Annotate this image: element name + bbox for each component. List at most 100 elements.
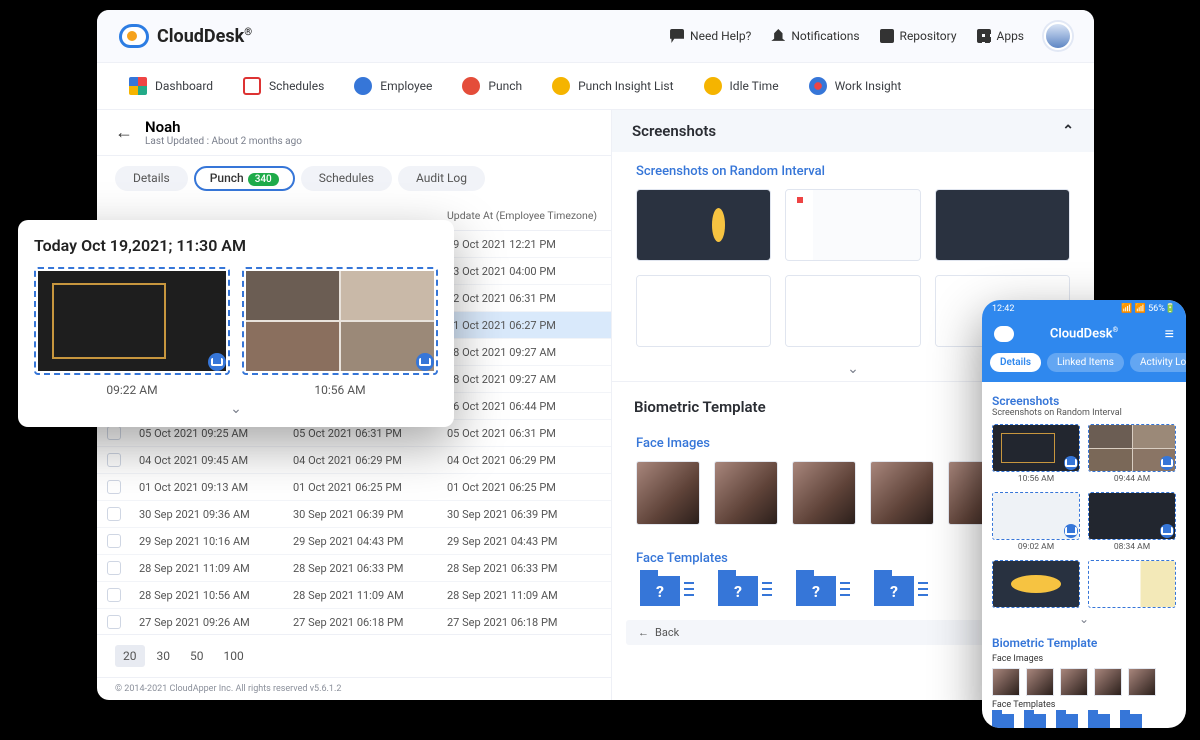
col-update-at: Update At (Employee Timezone) bbox=[447, 209, 601, 222]
cloud-icon bbox=[119, 24, 149, 48]
popup-expand-icon[interactable]: ⌄ bbox=[34, 397, 438, 421]
phone-header: CloudDesk® ≡ bbox=[982, 318, 1186, 353]
row-checkbox[interactable] bbox=[107, 426, 121, 440]
template-folder[interactable]: ? bbox=[640, 576, 680, 606]
phone-face[interactable] bbox=[992, 668, 1020, 696]
user-avatar[interactable] bbox=[1044, 22, 1072, 50]
row-checkbox[interactable] bbox=[107, 507, 121, 521]
template-folder[interactable]: ? bbox=[874, 576, 914, 606]
table-row[interactable]: 27 Sep 2021 09:26 AM27 Sep 2021 06:18 PM… bbox=[97, 609, 611, 634]
row-checkbox[interactable] bbox=[107, 453, 121, 467]
phone-folders bbox=[992, 714, 1176, 728]
row-checkbox[interactable] bbox=[107, 534, 121, 548]
camera-icon bbox=[208, 353, 226, 371]
nav-punch[interactable]: Punch bbox=[448, 71, 536, 101]
hamburger-icon[interactable]: ≡ bbox=[1165, 324, 1174, 344]
phone-folder[interactable] bbox=[1024, 714, 1046, 728]
phone-expand-icon[interactable]: ⌄ bbox=[992, 610, 1176, 628]
phone-screenshot[interactable] bbox=[1088, 424, 1176, 472]
template-folder[interactable]: ? bbox=[796, 576, 836, 606]
screenshot-thumb[interactable] bbox=[636, 275, 771, 347]
mobile-preview: 12:42📶 📶 56%🔋 CloudDesk® ≡ Details Linke… bbox=[982, 300, 1186, 728]
page-size-20[interactable]: 20 bbox=[115, 645, 145, 667]
screenshots-title: Screenshots bbox=[632, 122, 716, 140]
phone-screenshot[interactable] bbox=[992, 492, 1080, 540]
notifications-link[interactable]: Notifications bbox=[771, 29, 859, 43]
template-folder[interactable]: ? bbox=[718, 576, 758, 606]
phone-folder[interactable] bbox=[1056, 714, 1078, 728]
back-arrow-icon[interactable]: ← bbox=[115, 122, 133, 143]
tab-punch[interactable]: Punch340 bbox=[194, 166, 295, 191]
phone-body[interactable]: Screenshots Screenshots on Random Interv… bbox=[982, 382, 1186, 728]
phone-face[interactable] bbox=[1026, 668, 1054, 696]
cell: 28 Sep 2021 11:09 AM bbox=[293, 589, 447, 602]
phone-folder[interactable] bbox=[1088, 714, 1110, 728]
nav-work-insight[interactable]: Work Insight bbox=[795, 71, 916, 101]
face-image[interactable] bbox=[870, 461, 934, 525]
document-icon bbox=[880, 29, 894, 43]
face-image[interactable] bbox=[714, 461, 778, 525]
phone-face[interactable] bbox=[1094, 668, 1122, 696]
row-checkbox[interactable] bbox=[107, 588, 121, 602]
screenshot-thumb[interactable] bbox=[636, 189, 771, 261]
phone-tabs: Details Linked Items Activity Log bbox=[982, 353, 1186, 382]
phone-tab-activity[interactable]: Activity Log bbox=[1130, 353, 1186, 372]
cell: 01 Oct 2021 09:13 AM bbox=[139, 481, 293, 494]
tab-audit-log[interactable]: Audit Log bbox=[398, 166, 485, 191]
nav-dashboard[interactable]: Dashboard bbox=[115, 71, 227, 101]
phone-folder[interactable] bbox=[992, 714, 1014, 728]
row-checkbox[interactable] bbox=[107, 480, 121, 494]
popup-screenshot[interactable] bbox=[34, 267, 230, 375]
grid-icon bbox=[977, 29, 991, 43]
page-size-100[interactable]: 100 bbox=[216, 645, 252, 667]
cell: 29 Sep 2021 04:43 PM bbox=[447, 535, 601, 548]
page-size-selector: 20 30 50 100 bbox=[97, 634, 611, 677]
need-help-link[interactable]: Need Help? bbox=[670, 29, 751, 43]
phone-tab-details[interactable]: Details bbox=[990, 353, 1041, 372]
table-row[interactable]: 29 Sep 2021 10:16 AM29 Sep 2021 04:43 PM… bbox=[97, 528, 611, 555]
table-row[interactable]: 28 Sep 2021 11:09 AM28 Sep 2021 06:33 PM… bbox=[97, 555, 611, 582]
repository-link[interactable]: Repository bbox=[880, 29, 957, 43]
phone-folder[interactable] bbox=[1120, 714, 1142, 728]
punch-count-badge: 340 bbox=[248, 173, 279, 186]
table-row[interactable]: 01 Oct 2021 09:13 AM01 Oct 2021 06:25 PM… bbox=[97, 474, 611, 501]
apps-link[interactable]: Apps bbox=[977, 29, 1025, 43]
cell: 27 Sep 2021 06:18 PM bbox=[293, 616, 447, 629]
screenshots-panel-header[interactable]: Screenshots ⌃ bbox=[612, 110, 1094, 152]
app-logo[interactable]: CloudDesk® bbox=[119, 24, 252, 48]
table-row[interactable]: 04 Oct 2021 09:45 AM04 Oct 2021 06:29 PM… bbox=[97, 447, 611, 474]
nav-employee[interactable]: Employee bbox=[340, 71, 446, 101]
bell-icon bbox=[771, 29, 785, 43]
app-footer: © 2014-2021 CloudApper Inc. All rights r… bbox=[97, 677, 611, 700]
page-size-50[interactable]: 50 bbox=[182, 645, 212, 667]
phone-screenshot[interactable] bbox=[992, 424, 1080, 472]
cell: 08 Oct 2021 09:27 AM bbox=[447, 373, 601, 386]
nav-punch-insight[interactable]: Punch Insight List bbox=[538, 71, 687, 101]
phone-screenshot[interactable] bbox=[1088, 560, 1176, 608]
nav-idle-time[interactable]: Idle Time bbox=[690, 71, 793, 101]
phone-random-label: Screenshots on Random Interval bbox=[992, 408, 1176, 418]
screenshot-thumb[interactable] bbox=[935, 189, 1070, 261]
face-image[interactable] bbox=[636, 461, 700, 525]
row-checkbox[interactable] bbox=[107, 615, 121, 629]
phone-screenshot[interactable] bbox=[1088, 492, 1176, 540]
row-checkbox[interactable] bbox=[107, 561, 121, 575]
phone-screenshot[interactable] bbox=[992, 560, 1080, 608]
chevron-up-icon[interactable]: ⌃ bbox=[1062, 123, 1074, 139]
phone-face[interactable] bbox=[1128, 668, 1156, 696]
table-row[interactable]: 30 Sep 2021 09:36 AM30 Sep 2021 06:39 PM… bbox=[97, 501, 611, 528]
nav-schedules[interactable]: Schedules bbox=[229, 71, 338, 101]
screenshot-thumb[interactable] bbox=[785, 275, 920, 347]
punch-icon bbox=[462, 77, 480, 95]
header-actions: Need Help? Notifications Repository Apps bbox=[670, 22, 1072, 50]
page-size-30[interactable]: 30 bbox=[149, 645, 179, 667]
tab-schedules[interactable]: Schedules bbox=[301, 166, 392, 191]
screenshot-thumb[interactable] bbox=[785, 189, 920, 261]
phone-face[interactable] bbox=[1060, 668, 1088, 696]
table-row[interactable]: 28 Sep 2021 10:56 AM28 Sep 2021 11:09 AM… bbox=[97, 582, 611, 609]
cell: 28 Sep 2021 11:09 AM bbox=[447, 589, 601, 602]
tab-details[interactable]: Details bbox=[115, 166, 188, 191]
face-image[interactable] bbox=[792, 461, 856, 525]
popup-screenshot[interactable] bbox=[242, 267, 438, 375]
phone-tab-linked[interactable]: Linked Items bbox=[1047, 353, 1124, 372]
